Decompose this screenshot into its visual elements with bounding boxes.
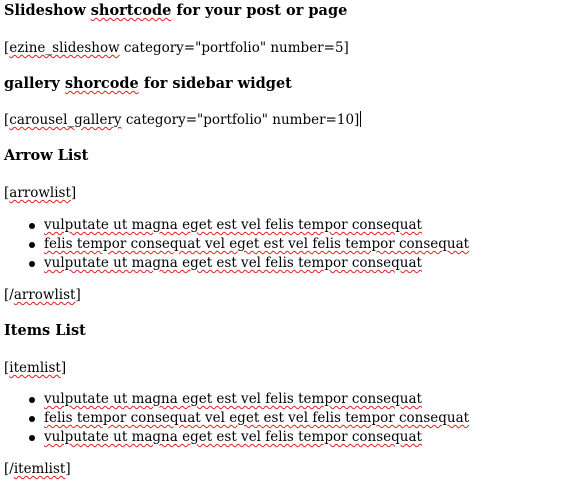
shortcode-text: category="portfolio" number=5] bbox=[119, 40, 349, 56]
bullet-icon bbox=[29, 222, 35, 229]
tag-bracket: ] bbox=[75, 287, 81, 303]
list-item-text: vulputate ut magna eget est vel felis te… bbox=[44, 391, 422, 407]
arrowlist-close-tag: [/arrowlist] bbox=[4, 286, 81, 304]
bullet-icon bbox=[29, 434, 35, 441]
gallery-heading-text: gallery bbox=[4, 75, 65, 92]
arrowlist-open-tag: [arrowlist] bbox=[4, 184, 76, 202]
items-list-bullets: vulputate ut magna eget est vel felis te… bbox=[0, 390, 469, 447]
slideshow-heading: Slideshow shortcode for your post or pag… bbox=[4, 2, 347, 20]
tag-bracket: [/ bbox=[4, 287, 14, 303]
list-item-text: vulputate ut magna eget est vel felis te… bbox=[44, 217, 422, 233]
list-item[interactable]: vulputate ut magna eget est vel felis te… bbox=[0, 428, 469, 447]
list-item-text: vulputate ut magna eget est vel felis te… bbox=[44, 255, 422, 271]
list-item-text: felis tempor consequat vel eget est vel … bbox=[44, 410, 470, 426]
misspelled-word[interactable]: ezine_slideshow bbox=[9, 40, 119, 56]
bullet-icon bbox=[29, 260, 35, 267]
list-item-text: felis tempor consequat vel eget est vel … bbox=[44, 236, 470, 252]
list-item[interactable]: felis tempor consequat vel eget est vel … bbox=[0, 409, 469, 428]
document-page[interactable]: Slideshow shortcode for your post or pag… bbox=[0, 0, 566, 485]
misspelled-word[interactable]: arrowlist bbox=[9, 185, 71, 201]
list-item[interactable]: vulputate ut magna eget est vel felis te… bbox=[0, 390, 469, 409]
list-item-text: vulputate ut magna eget est vel felis te… bbox=[44, 429, 422, 445]
tag-bracket: [/ bbox=[4, 461, 14, 477]
list-item[interactable]: felis tempor consequat vel eget est vel … bbox=[0, 235, 469, 254]
misspelled-word[interactable]: itemlist bbox=[9, 360, 61, 376]
bullet-icon bbox=[29, 415, 35, 422]
misspelled-word[interactable]: shortcode bbox=[91, 2, 172, 19]
list-item[interactable]: vulputate ut magna eget est vel felis te… bbox=[0, 254, 469, 273]
tag-bracket: ] bbox=[65, 461, 71, 477]
list-item[interactable]: vulputate ut magna eget est vel felis te… bbox=[0, 216, 469, 235]
gallery-heading: gallery shorcode for sidebar widget bbox=[4, 75, 292, 93]
bullet-icon bbox=[29, 396, 35, 403]
tag-bracket: ] bbox=[60, 360, 67, 376]
slideshow-heading-text: Slideshow bbox=[4, 2, 91, 19]
text-cursor bbox=[360, 111, 362, 127]
slideshow-shortcode-line: [ezine_slideshow category="portfolio" nu… bbox=[4, 39, 349, 57]
itemlist-open-tag: [itemlist] bbox=[4, 359, 66, 377]
itemlist-close-tag: [/itemlist] bbox=[4, 460, 71, 478]
arrow-list-heading: Arrow List bbox=[4, 147, 89, 164]
misspelled-word[interactable]: itemlist bbox=[14, 461, 66, 477]
gallery-heading-text: for sidebar widget bbox=[138, 75, 292, 92]
arrow-list-bullets: vulputate ut magna eget est vel felis te… bbox=[0, 216, 469, 273]
tag-bracket: ] bbox=[70, 185, 77, 201]
carousel-shortcode-line: [carousel_gallery category="portfolio" n… bbox=[4, 111, 362, 129]
misspelled-word[interactable]: carousel_gallery bbox=[9, 112, 121, 128]
slideshow-heading-text: for your post or page bbox=[171, 2, 348, 19]
bullet-icon bbox=[29, 241, 35, 248]
misspelled-word[interactable]: shorcode bbox=[65, 75, 139, 92]
shortcode-text: category="portfolio" number=10] bbox=[121, 112, 360, 128]
misspelled-word[interactable]: arrowlist bbox=[14, 287, 76, 303]
items-list-heading: Items List bbox=[4, 322, 86, 339]
